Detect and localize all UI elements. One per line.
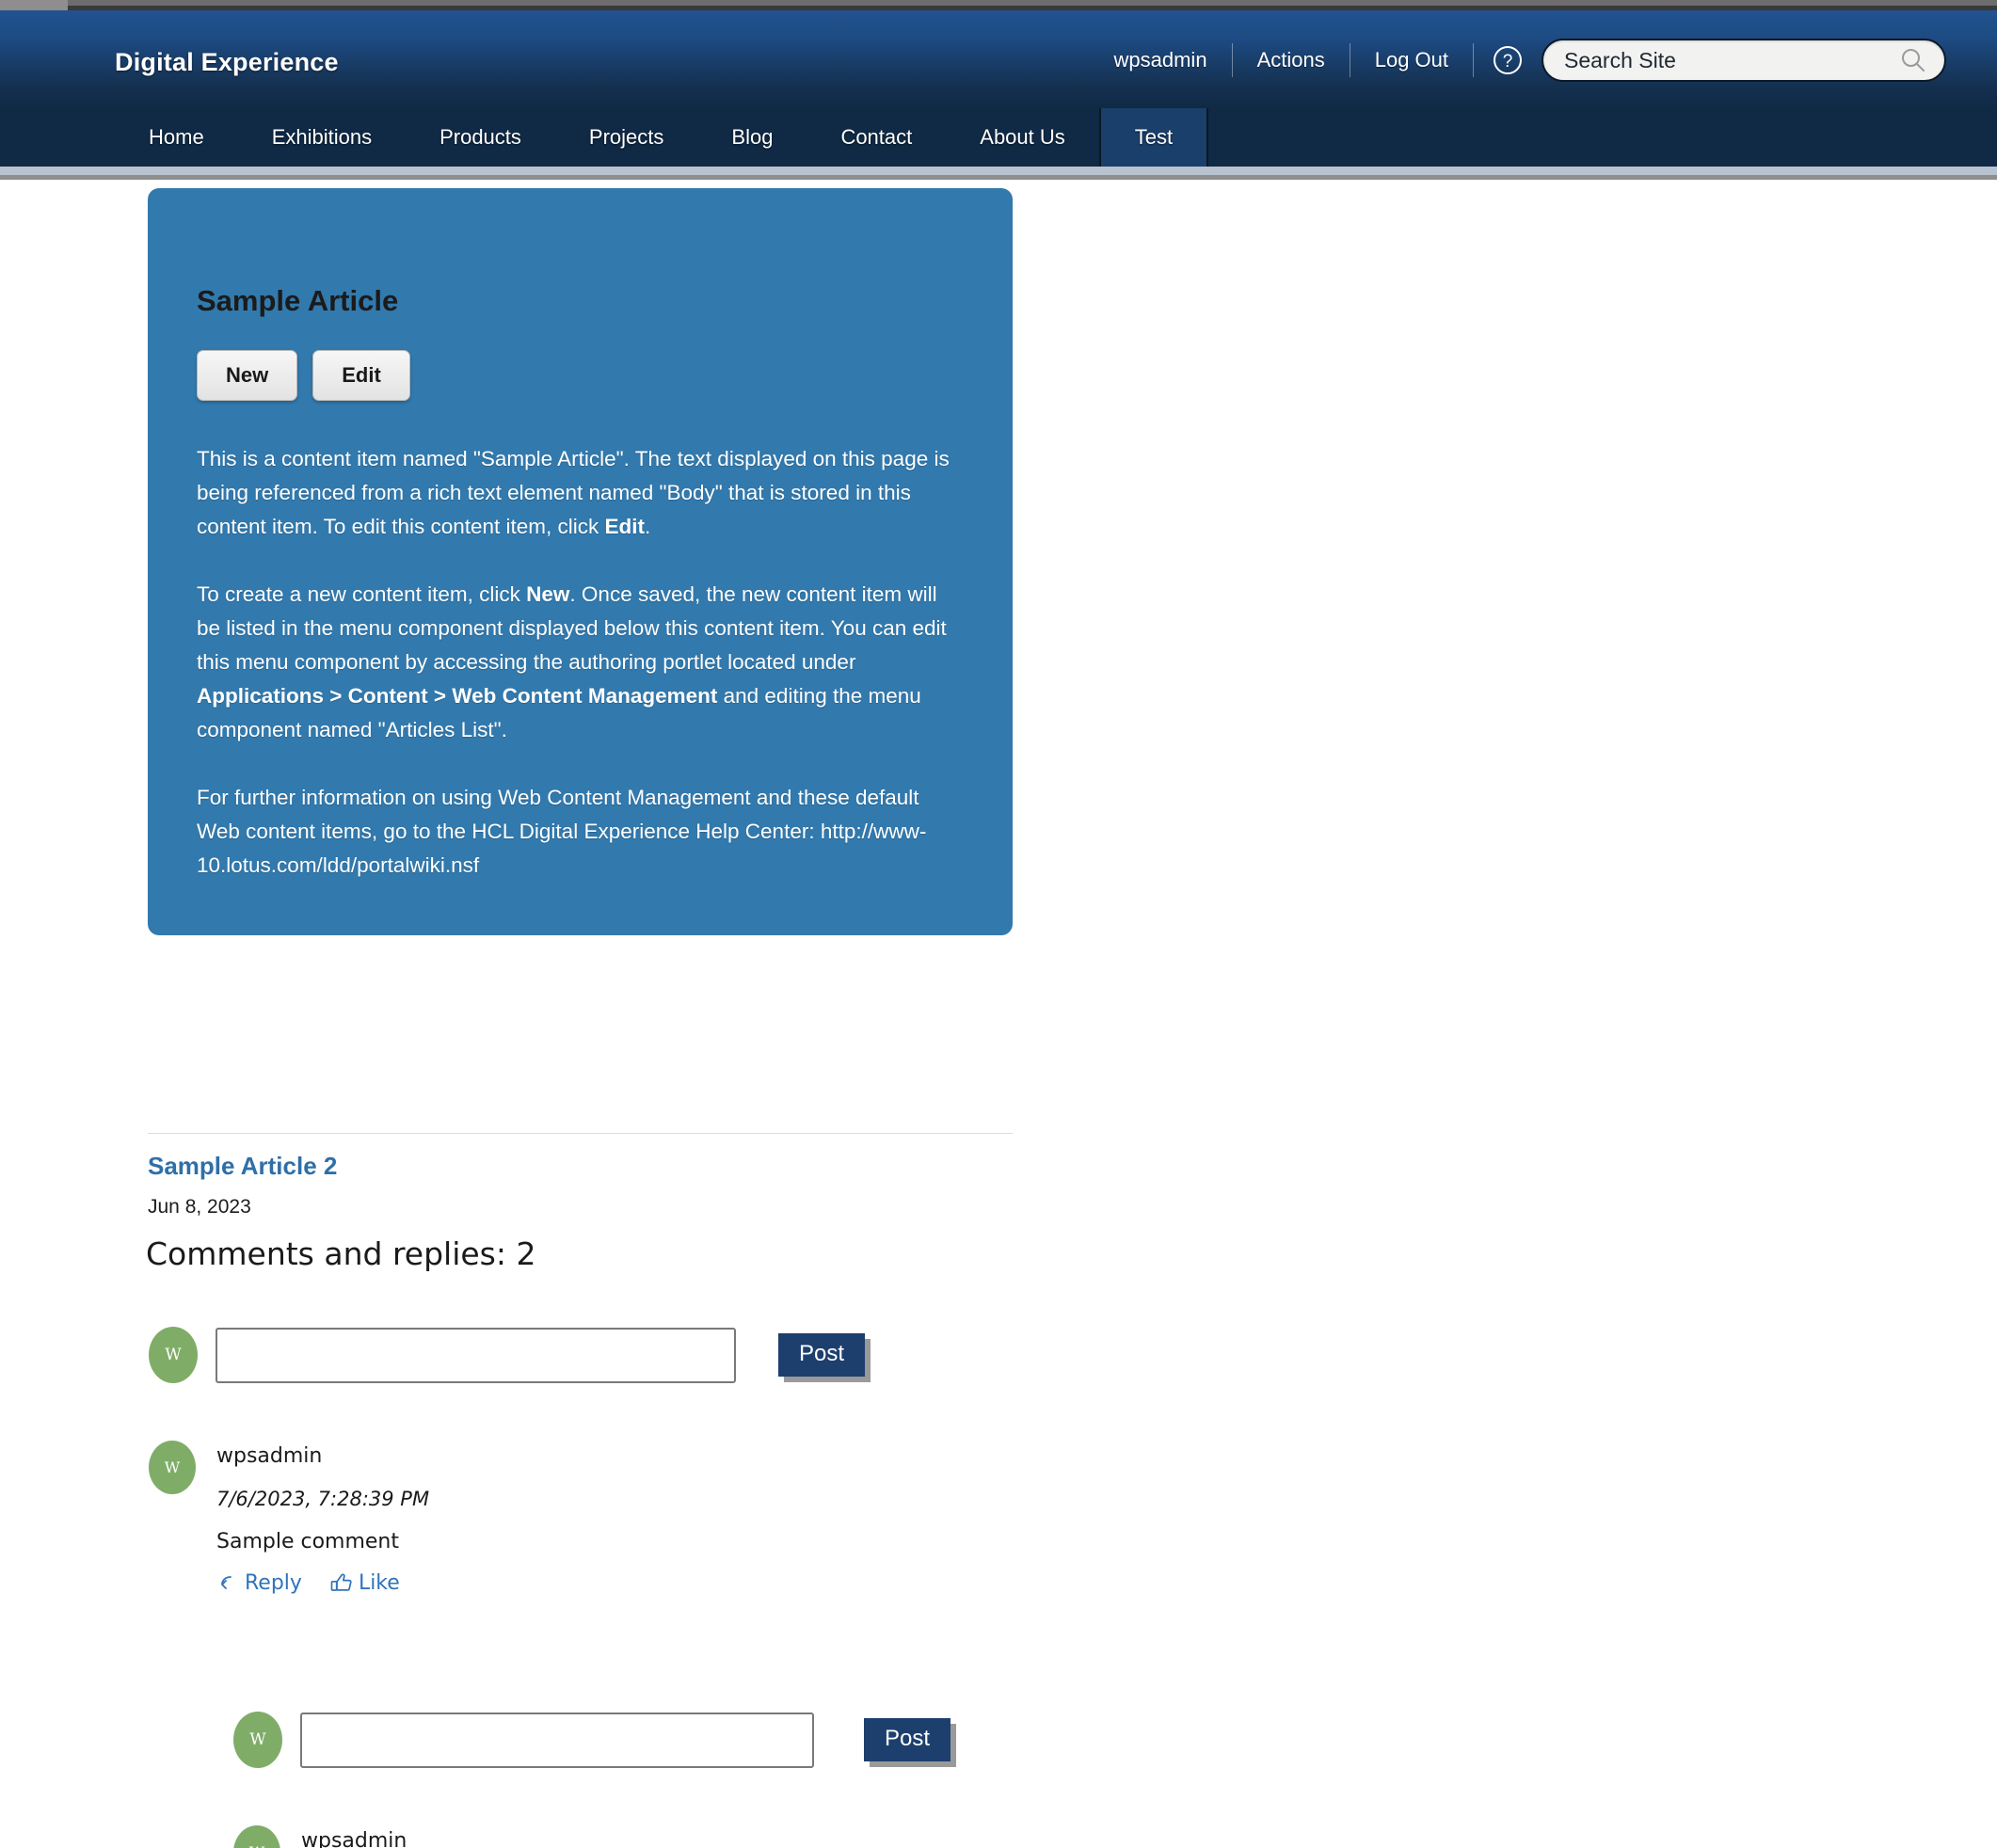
banner-user-link[interactable]: wpsadmin: [1090, 48, 1232, 72]
reply-author: wpsadmin: [301, 1829, 407, 1848]
nav-item-contact[interactable]: Contact: [807, 108, 946, 167]
section-divider: [148, 1133, 1013, 1134]
post-comment-button[interactable]: Post: [778, 1333, 866, 1377]
article-paragraph-3: For further information on using Web Con…: [197, 786, 927, 877]
banner-divider: [1473, 43, 1474, 77]
site-brand-title: Digital Experience: [115, 48, 339, 76]
comment-body: wpsadmin 7/6/2023, 7:28:39 PM Sample com…: [216, 1441, 429, 1595]
nav-item-projects[interactable]: Projects: [555, 108, 697, 167]
comment-input[interactable]: [216, 1327, 736, 1383]
avatar: W: [233, 1712, 282, 1768]
p2-text-a: To create a new content item, click: [197, 582, 527, 606]
article-paragraph-1: This is a content item named "Sample Art…: [197, 442, 964, 544]
reply-input[interactable]: [300, 1712, 814, 1768]
p2-path-emphasis: Applications > Content > Web Content Man…: [197, 684, 718, 708]
article-paragraph-2: To create a new content item, click New.…: [197, 578, 964, 747]
comment-composer: W Post: [149, 1327, 866, 1383]
article-actions: New Edit: [197, 350, 964, 401]
article-card: Sample Article New Edit This is a conten…: [148, 188, 1013, 935]
nav-item-about-us[interactable]: About Us: [946, 108, 1099, 167]
banner-actions-link[interactable]: Actions: [1233, 48, 1350, 72]
avatar: W: [233, 1825, 280, 1848]
search-icon[interactable]: [1899, 46, 1927, 74]
nav-item-test[interactable]: Test: [1098, 108, 1209, 167]
nav-item-home[interactable]: Home: [115, 108, 238, 167]
window-chrome-left-edge: [0, 0, 68, 10]
comment-actions: Reply Like: [216, 1570, 429, 1595]
post-reply-button[interactable]: Post: [864, 1718, 951, 1761]
reply-item: W wpsadmin 7/6/2023, 7:28:53 PM Sample r…: [233, 1825, 575, 1848]
site-search[interactable]: [1542, 39, 1946, 82]
primary-navigation: Home Exhibitions Products Projects Blog …: [0, 108, 1997, 167]
nav-item-exhibitions[interactable]: Exhibitions: [238, 108, 406, 167]
help-circle-icon[interactable]: ?: [1487, 40, 1528, 81]
nav-item-blog[interactable]: Blog: [697, 108, 807, 167]
reply-action-label: Reply: [245, 1570, 302, 1595]
new-button[interactable]: New: [197, 350, 298, 401]
comment-item: W wpsadmin 7/6/2023, 7:28:39 PM Sample c…: [149, 1441, 429, 1595]
p1-text-c: .: [645, 515, 651, 538]
nav-bottom-rule: [0, 175, 1997, 180]
comment-author: wpsadmin: [216, 1444, 323, 1468]
banner-logout-link[interactable]: Log Out: [1350, 48, 1473, 72]
article2-date: Jun 8, 2023: [148, 1196, 251, 1218]
edit-button[interactable]: Edit: [312, 350, 410, 401]
article-title: Sample Article: [197, 284, 399, 317]
reply-composer: W Post: [233, 1712, 951, 1768]
site-banner: Digital Experience wpsadmin Actions Log …: [0, 10, 1997, 108]
svg-text:?: ?: [1503, 52, 1513, 72]
article-body: This is a content item named "Sample Art…: [197, 442, 964, 883]
avatar: W: [149, 1441, 196, 1494]
search-input[interactable]: [1543, 40, 1944, 80]
page-root: Digital Experience wpsadmin Actions Log …: [0, 0, 1997, 1848]
like-action-label: Like: [358, 1570, 400, 1595]
p2-new-emphasis: New: [526, 582, 570, 606]
nav-item-products[interactable]: Products: [406, 108, 555, 167]
comment-text: Sample comment: [216, 1530, 400, 1553]
comment-timestamp: 7/6/2023, 7:28:39 PM: [216, 1488, 430, 1510]
reply-body: wpsadmin 7/6/2023, 7:28:53 PM Sample rep…: [301, 1825, 575, 1848]
comments-heading: Comments and replies: 2: [146, 1235, 536, 1272]
p1-text-a: This is a content item named "Sample Art…: [197, 447, 950, 538]
like-action[interactable]: Like: [328, 1570, 400, 1595]
article2-title-link[interactable]: Sample Article 2: [148, 1152, 337, 1181]
avatar: W: [149, 1327, 198, 1383]
p1-edit-emphasis: Edit: [604, 515, 646, 538]
banner-toolbar: wpsadmin Actions Log Out ?: [1090, 39, 1997, 82]
thumbs-up-icon: [328, 1570, 355, 1595]
reply-arrow-icon: [216, 1570, 241, 1595]
nav-bottom-strip: [0, 167, 1997, 175]
reply-action[interactable]: Reply: [216, 1570, 302, 1595]
